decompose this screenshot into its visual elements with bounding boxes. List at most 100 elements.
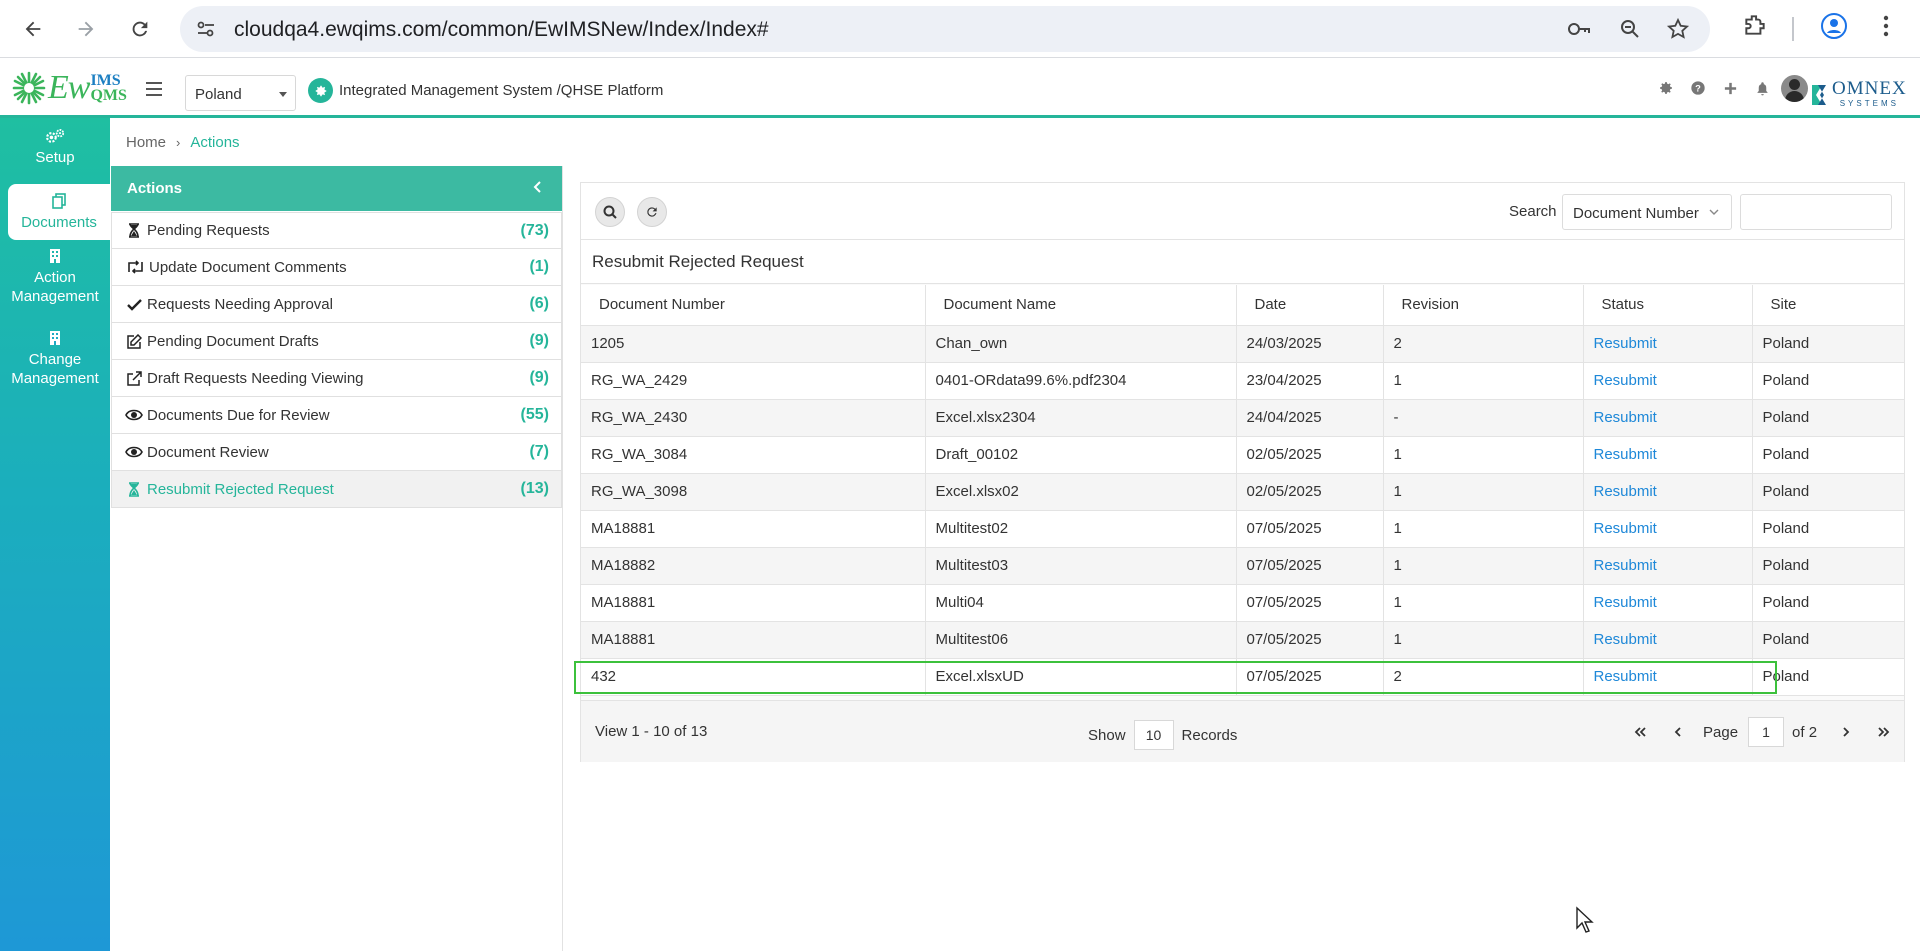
prev-page-button[interactable] [1662,717,1694,747]
cell-revision: 2 [1383,658,1584,696]
url-text[interactable]: cloudqa4.ewqims.com/common/EwIMSNew/Inde… [234,18,769,42]
table-row[interactable]: 1205 Chan_own 24/03/2025 2 Resubmit Pola… [581,325,1904,363]
resubmit-link[interactable]: Resubmit [1583,584,1753,622]
ewqims-logo[interactable]: Ew IMS QMS [12,69,127,106]
reload-button[interactable] [122,11,158,47]
search-field-select[interactable]: Document Number [1562,194,1732,230]
table-row[interactable]: RG_WA_3098 Excel.xlsx02 02/05/2025 1 Res… [581,473,1904,511]
records-summary: View 1 - 10 of 13 [595,723,708,740]
table-row[interactable]: MA18881 Multi04 07/05/2025 1 Resubmit Po… [581,584,1904,622]
menu-toggle-button[interactable] [146,82,162,96]
column-header-status[interactable]: Status [1583,285,1753,326]
sidebar-item-documents[interactable]: Documents [8,184,110,240]
table-row[interactable]: MA18881 Multitest06 07/05/2025 1 Resubmi… [581,621,1904,659]
forward-button[interactable] [68,11,104,47]
resubmit-link[interactable]: Resubmit [1583,547,1753,585]
column-header-document-name[interactable]: Document Name [925,285,1237,326]
zoom-icon[interactable] [1618,17,1642,41]
page-label: Page [1703,723,1739,741]
breadcrumb-current[interactable]: Actions [190,134,239,151]
cell-date: 07/05/2025 [1236,621,1384,659]
action-item-count: (9) [529,369,549,386]
help-button[interactable]: ? [1682,76,1714,100]
resubmit-link[interactable]: Resubmit [1583,473,1753,511]
breadcrumb: Home › Actions [126,134,240,151]
table-row[interactable]: 432 Excel.xlsxUD 07/05/2025 2 Resubmit P… [581,658,1904,696]
address-bar[interactable]: cloudqa4.ewqims.com/common/EwIMSNew/Inde… [180,6,1710,52]
last-page-button[interactable] [1868,717,1900,747]
sidebar-item-action-management[interactable]: Action Management [0,248,110,318]
action-item-documents-due-for-review[interactable]: Documents Due for Review (55) [111,397,562,434]
back-button[interactable] [15,11,51,47]
action-item-label: Pending Requests [147,222,270,239]
table-row[interactable]: MA18882 Multitest03 07/05/2025 1 Resubmi… [581,547,1904,585]
resubmit-link[interactable]: Resubmit [1583,399,1753,437]
search-input[interactable] [1740,194,1892,230]
column-header-site[interactable]: Site [1752,285,1904,326]
column-header-revision[interactable]: Revision [1383,285,1584,326]
sidebar-item-setup[interactable]: Setup [0,128,110,180]
page-number-input[interactable]: 1 [1748,717,1785,747]
column-header-document-number[interactable]: Document Number [581,285,926,326]
resubmit-link[interactable]: Resubmit [1583,325,1753,363]
site-info-icon[interactable] [194,17,218,41]
profile-icon[interactable] [1820,12,1848,40]
settings-button[interactable] [1650,76,1682,100]
resubmit-link[interactable]: Resubmit [1583,621,1753,659]
action-item-count: (55) [520,406,549,423]
cell-date: 24/04/2025 [1236,399,1384,437]
breadcrumb-home[interactable]: Home [126,134,166,151]
gears-icon [46,129,65,143]
key-icon[interactable] [1566,17,1592,41]
resubmit-link[interactable]: Resubmit [1583,658,1753,696]
action-item-resubmit-rejected-request[interactable]: Resubmit Rejected Request (13) [111,471,562,508]
table-row[interactable]: MA18881 Multitest02 07/05/2025 1 Resubmi… [581,510,1904,548]
sidebar-item-label: Setup [35,149,75,166]
retweet-icon [127,260,143,274]
action-item-draft-requests-needing-viewing[interactable]: Draft Requests Needing Viewing (9) [111,360,562,397]
add-button[interactable] [1714,76,1746,100]
cell-site: Poland [1752,510,1904,548]
action-item-pending-requests[interactable]: Pending Requests (73) [111,212,562,249]
action-item-document-review[interactable]: Document Review (7) [111,434,562,471]
share-icon [127,370,142,386]
cell-document-name: Multitest03 [925,547,1237,585]
collapse-panel-button[interactable] [532,180,542,198]
action-item-requests-needing-approval[interactable]: Requests Needing Approval (6) [111,286,562,323]
resubmit-link[interactable]: Resubmit [1583,436,1753,474]
notifications-button[interactable] [1746,76,1778,100]
actions-panel-header: Actions [111,166,562,211]
help-icon: ? [1691,81,1705,95]
site-select[interactable]: Poland [185,75,296,111]
action-item-pending-document-drafts[interactable]: Pending Document Drafts (9) [111,323,562,360]
star-icon[interactable] [1666,17,1690,41]
cell-date: 07/05/2025 [1236,547,1384,585]
check-icon [126,298,142,311]
action-item-update-document-comments[interactable]: Update Document Comments (1) [111,249,562,286]
table-row[interactable]: RG_WA_3084 Draft_00102 02/05/2025 1 Resu… [581,436,1904,474]
gear-badge-icon [308,78,333,103]
search-toggle-button[interactable] [595,197,625,227]
arrow-left-icon [25,21,41,37]
column-header-date[interactable]: Date [1236,285,1384,326]
extensions-icon[interactable] [1742,12,1768,38]
first-page-button[interactable] [1624,717,1656,747]
table-row[interactable]: RG_WA_2429 0401-ORdata99.6%.pdf2304 23/0… [581,362,1904,400]
next-page-button[interactable] [1830,717,1862,747]
refresh-button[interactable] [637,197,667,227]
sidebar-item-change-management[interactable]: Change Management [0,330,110,400]
app-header: Ew IMS QMS Poland Integrated Management … [0,58,1920,118]
cell-site: Poland [1752,362,1904,400]
search-icon [603,205,617,219]
cell-revision: 1 [1383,621,1584,659]
hourglass-icon [129,223,139,238]
kebab-menu-icon[interactable] [1876,12,1896,40]
resubmit-link[interactable]: Resubmit [1583,510,1753,548]
plus-icon [1724,82,1736,94]
table-row[interactable]: RG_WA_2430 Excel.xlsx2304 24/04/2025 - R… [581,399,1904,437]
resubmit-link[interactable]: Resubmit [1583,362,1753,400]
cell-revision: 1 [1383,473,1584,511]
page-size-input[interactable]: 10 [1133,720,1174,750]
user-avatar-button[interactable] [1778,74,1810,102]
page-size-control: Show 10 Records [1088,720,1237,750]
